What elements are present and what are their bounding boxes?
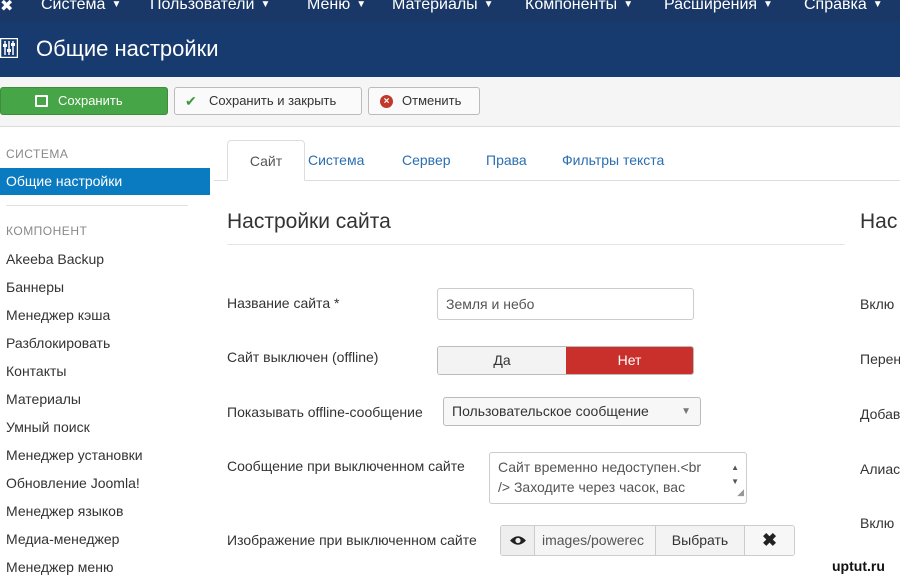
- offline-text-label: Сообщение при выключенном сайте: [227, 458, 465, 474]
- section-title-right: Нас: [860, 210, 898, 233]
- site-name-input[interactable]: Земля и небо: [437, 288, 694, 320]
- section-title: Настройки сайта: [227, 210, 391, 233]
- sidebar-item[interactable]: Медиа-менеджер: [6, 531, 119, 547]
- sidebar-item-global-configuration[interactable]: Общие настройки: [0, 168, 210, 195]
- chevron-down-icon: ▼: [681, 406, 691, 417]
- menu-users[interactable]: Пользователи ▼: [150, 0, 270, 14]
- sidebar-item[interactable]: Менеджер меню: [6, 559, 113, 575]
- tab-site[interactable]: Сайт: [227, 140, 305, 181]
- tab-system[interactable]: Система: [308, 140, 364, 181]
- page-title: Общие настройки: [36, 36, 219, 61]
- menu-content[interactable]: Материалы ▼: [392, 0, 494, 14]
- site-offline-toggle: Да Нет: [437, 346, 694, 375]
- tab-server[interactable]: Сервер: [402, 140, 451, 181]
- right-field-label: Вклю: [860, 296, 895, 312]
- sidebar-item[interactable]: Менеджер языков: [6, 503, 123, 519]
- edit-icon: [35, 95, 48, 107]
- caret-down-icon: ▼: [356, 0, 367, 10]
- sidebar-item[interactable]: Менеджер установки: [6, 447, 143, 463]
- tab-permissions[interactable]: Права: [486, 140, 527, 181]
- clear-image-button[interactable]: ✖: [744, 526, 794, 555]
- tab-text-filters[interactable]: Фильтры текста: [562, 140, 664, 181]
- menu-help[interactable]: Справка ▼: [804, 0, 883, 14]
- sidebar-item[interactable]: Менеджер кэша: [6, 307, 110, 323]
- offline-text-textarea[interactable]: Сайт временно недоступен.<br /> Заходите…: [489, 452, 747, 504]
- caret-down-icon: ▼: [483, 0, 494, 10]
- sidebar-header-component: КОМПОНЕНТ: [6, 224, 88, 238]
- offline-message-select[interactable]: Пользовательское сообщение ▼: [443, 397, 701, 426]
- right-field-label: Добав: [860, 406, 900, 422]
- sidebar-item[interactable]: Контакты: [6, 363, 66, 379]
- right-field-label: Алиас: [860, 461, 900, 477]
- menu-menus[interactable]: Меню ▼: [307, 0, 366, 14]
- page-header: Общие настройки: [0, 22, 900, 77]
- resize-grip-icon[interactable]: ◢: [737, 482, 744, 502]
- equalizer-icon: [0, 38, 18, 58]
- right-field-label: Перен: [860, 351, 900, 367]
- caret-down-icon: ▼: [111, 0, 122, 10]
- top-navbar: ✖ Система ▼ Пользователи ▼ Меню ▼ Материалы…: [0, 0, 900, 22]
- caret-down-icon: ▼: [763, 0, 773, 10]
- save-button[interactable]: Сохранить: [0, 87, 168, 115]
- caret-down-icon: ▼: [623, 0, 634, 10]
- offline-image-label: Изображение при выключенном сайте: [227, 532, 477, 548]
- menu-extensions[interactable]: Расширения ▼: [664, 0, 773, 14]
- sidebar-header-system: СИСТЕМА: [6, 147, 69, 161]
- sidebar: СИСТЕМА Общие настройки КОМПОНЕНТ Akeeba…: [0, 127, 212, 575]
- sidebar-item[interactable]: Умный поиск: [6, 419, 90, 435]
- sidebar-item[interactable]: Akeeba Backup: [6, 251, 104, 267]
- cancel-button[interactable]: × Отменить: [368, 87, 480, 115]
- menu-system[interactable]: Система ▼: [41, 0, 121, 14]
- save-and-close-button[interactable]: ✔ Сохранить и закрыть: [174, 87, 362, 115]
- watermark: uptut.ru: [832, 558, 885, 574]
- toolbar: Сохранить ✔ Сохранить и закрыть × Отмени…: [0, 77, 900, 127]
- eye-icon: [510, 536, 526, 545]
- sidebar-item[interactable]: Баннеры: [6, 279, 64, 295]
- preview-button[interactable]: [501, 526, 535, 555]
- tab-bar: Сайт Система Сервер Права Фильтры текста: [214, 140, 900, 181]
- sidebar-item[interactable]: Разблокировать: [6, 335, 110, 351]
- image-path-input[interactable]: images/powerec: [535, 526, 655, 555]
- right-field-label: Вклю: [860, 515, 895, 531]
- joomla-logo-icon[interactable]: ✖: [0, 0, 13, 16]
- offline-image-field: images/powerec Выбрать ✖: [500, 525, 795, 556]
- site-name-label: Название сайта *: [227, 295, 340, 311]
- site-offline-label: Сайт выключен (offline): [227, 349, 379, 365]
- sidebar-divider: [6, 205, 188, 206]
- caret-down-icon: ▼: [260, 0, 271, 10]
- select-image-button[interactable]: Выбрать: [655, 526, 744, 555]
- offline-message-label: Показывать offline-сообщение: [227, 404, 423, 420]
- sidebar-item[interactable]: Материалы: [6, 391, 81, 407]
- cancel-icon: ×: [380, 95, 393, 108]
- offline-no-button[interactable]: Нет: [566, 347, 693, 374]
- section-divider: [227, 244, 845, 245]
- menu-components[interactable]: Компоненты ▼: [525, 0, 633, 14]
- checkmark-icon: ✔: [185, 93, 197, 109]
- offline-yes-button[interactable]: Да: [438, 347, 566, 374]
- sidebar-item[interactable]: Обновление Joomla!: [6, 475, 140, 491]
- caret-down-icon: ▼: [872, 0, 883, 10]
